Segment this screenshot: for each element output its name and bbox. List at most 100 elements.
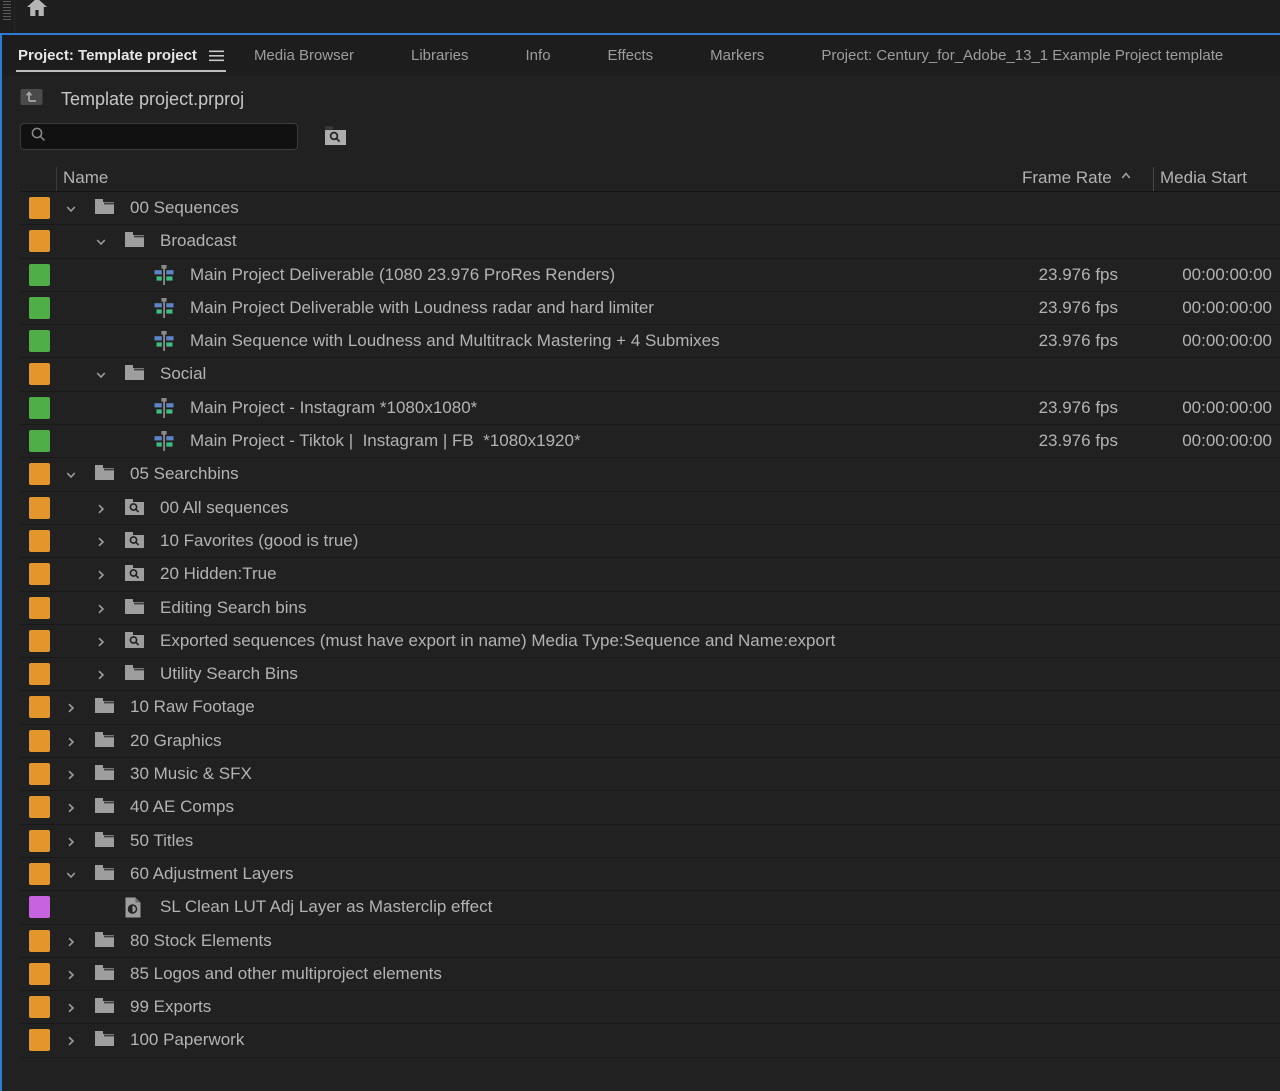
project-item-row[interactable]: Social [20,358,1280,391]
chevron-right-icon[interactable] [94,602,108,616]
name-column-header[interactable]: Name [63,168,108,188]
frame-rate-column-header[interactable]: Frame Rate [1022,168,1133,188]
label-color-swatch[interactable] [29,930,50,952]
search-box[interactable] [20,123,298,150]
column-divider[interactable] [56,167,57,191]
chevron-down-icon[interactable] [64,468,78,482]
label-color-swatch[interactable] [29,896,50,918]
project-item-row[interactable]: 99 Exports [20,991,1280,1024]
media-start-column-header[interactable]: Media Start [1160,168,1247,188]
project-item-row[interactable]: SL Clean LUT Adj Layer as Masterclip eff… [20,891,1280,924]
project-item-row[interactable]: 60 Adjustment Layers [20,858,1280,891]
chevron-right-icon[interactable] [64,1034,78,1048]
project-item-row[interactable]: Main Project Deliverable (1080 23.976 Pr… [20,259,1280,292]
chevron-right-icon[interactable] [94,635,108,649]
label-color-swatch[interactable] [29,830,50,852]
chevron-right-icon[interactable] [94,535,108,549]
project-item-row[interactable]: Utility Search Bins [20,658,1280,691]
project-item-row[interactable]: 100 Paperwork [20,1024,1280,1057]
label-color-swatch[interactable] [29,630,50,652]
chevron-right-icon[interactable] [64,835,78,849]
project-filename: Template project.prproj [61,89,244,110]
project-panel: Project: Template project Media Browser Li… [0,33,1280,1091]
project-item-row[interactable]: Exported sequences (must have export in … [20,625,1280,658]
media-start-value: 00:00:00:00 [1182,265,1272,285]
project-item-row[interactable]: Main Sequence with Loudness and Multitra… [20,325,1280,358]
label-color-swatch[interactable] [29,430,50,452]
panel-tab-0[interactable]: Project: Template project [18,35,224,76]
label-color-swatch[interactable] [29,230,50,252]
project-item-row[interactable]: 00 Sequences [20,192,1280,225]
chevron-right-icon[interactable] [64,768,78,782]
project-item-row[interactable]: 05 Searchbins [20,458,1280,491]
home-button[interactable] [24,0,50,23]
item-name: 20 Graphics [130,731,222,751]
label-color-swatch[interactable] [29,530,50,552]
chevron-right-icon[interactable] [94,502,108,516]
project-item-row[interactable]: 85 Logos and other multiproject elements [20,958,1280,991]
label-color-swatch[interactable] [29,996,50,1018]
label-color-swatch[interactable] [29,330,50,352]
label-color-swatch[interactable] [29,264,50,286]
panel-tab-3[interactable]: Info [526,35,551,76]
project-item-row[interactable]: 40 AE Comps [20,791,1280,824]
label-color-swatch[interactable] [29,397,50,419]
project-item-row[interactable]: Main Project - Tiktok | Instagram | FB *… [20,425,1280,458]
bin-up-navigation-icon[interactable] [20,88,43,111]
chevron-right-icon[interactable] [64,935,78,949]
bin-icon [94,464,115,486]
chevron-right-icon[interactable] [94,568,108,582]
project-item-row[interactable]: Editing Search bins [20,592,1280,625]
project-item-row[interactable]: 80 Stock Elements [20,925,1280,958]
chevron-right-icon[interactable] [64,968,78,982]
chevron-right-icon[interactable] [64,1001,78,1015]
panel-tab-5[interactable]: Markers [710,35,764,76]
panel-menu-icon[interactable] [209,50,224,62]
label-color-swatch[interactable] [29,463,50,485]
label-color-swatch[interactable] [29,763,50,785]
label-color-swatch[interactable] [29,1029,50,1051]
panel-tab-2[interactable]: Libraries [411,35,469,76]
label-color-swatch[interactable] [29,963,50,985]
label-color-swatch[interactable] [29,696,50,718]
panel-tab-bar: Project: Template project Media Browser Li… [2,35,1280,76]
label-color-swatch[interactable] [29,563,50,585]
project-item-row[interactable]: 20 Hidden:True [20,558,1280,591]
label-color-swatch[interactable] [29,597,50,619]
label-color-swatch[interactable] [29,297,50,319]
project-item-row[interactable]: 30 Music & SFX [20,758,1280,791]
label-color-swatch[interactable] [29,663,50,685]
project-file-row[interactable]: Template project.prproj [20,87,1280,111]
chevron-right-icon[interactable] [64,735,78,749]
label-color-swatch[interactable] [29,197,50,219]
panel-grabber-handle[interactable] [3,1,11,21]
project-item-row[interactable]: Main Project Deliverable with Loudness r… [20,292,1280,325]
chevron-down-icon[interactable] [64,202,78,216]
panel-tab-1[interactable]: Media Browser [254,35,354,76]
project-item-row[interactable]: 00 All sequences [20,492,1280,525]
column-divider[interactable] [1153,167,1154,191]
label-color-swatch[interactable] [29,363,50,385]
project-item-row[interactable]: 10 Raw Footage [20,691,1280,724]
chevron-right-icon[interactable] [94,668,108,682]
panel-tab-4[interactable]: Effects [608,35,654,76]
tab-label: Project: Template project [18,47,197,64]
search-input[interactable] [55,129,285,145]
chevron-right-icon[interactable] [64,801,78,815]
project-item-row[interactable]: Broadcast [20,225,1280,258]
label-color-swatch[interactable] [29,796,50,818]
tab-label: Libraries [411,47,469,64]
chevron-down-icon[interactable] [64,868,78,882]
label-color-swatch[interactable] [29,497,50,519]
chevron-right-icon[interactable] [64,701,78,715]
label-color-swatch[interactable] [29,730,50,752]
chevron-down-icon[interactable] [94,235,108,249]
create-search-bin-button[interactable] [323,126,347,148]
project-item-row[interactable]: 50 Titles [20,825,1280,858]
project-item-row[interactable]: 20 Graphics [20,725,1280,758]
project-item-row[interactable]: Main Project - Instagram *1080x1080*23.9… [20,392,1280,425]
label-color-swatch[interactable] [29,863,50,885]
panel-tab-6[interactable]: Project: Century_for_Adobe_13_1 Example … [821,35,1223,76]
project-item-row[interactable]: 10 Favorites (good is true) [20,525,1280,558]
chevron-down-icon[interactable] [94,368,108,382]
